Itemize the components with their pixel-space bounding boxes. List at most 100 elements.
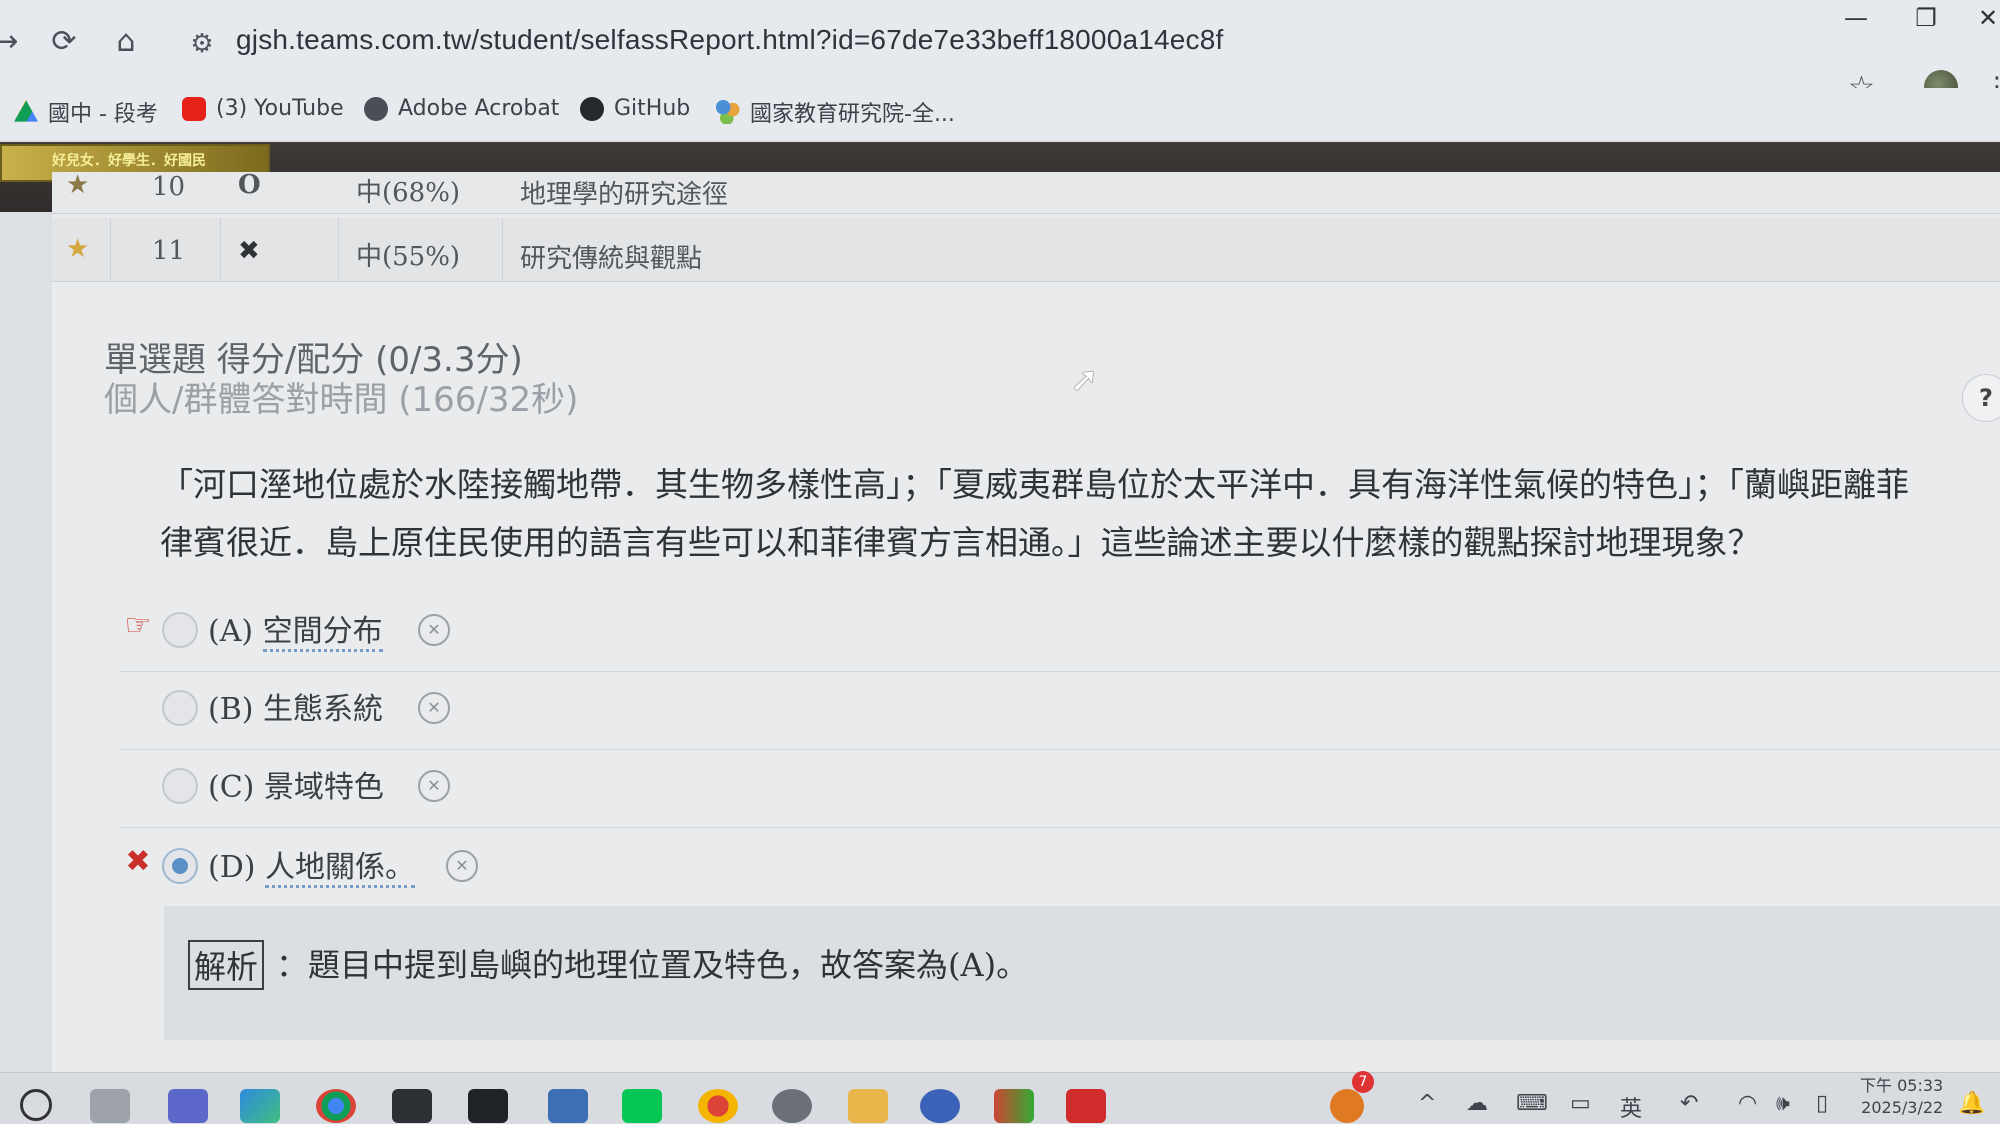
- volume-icon[interactable]: 🕪: [1776, 1091, 1790, 1116]
- bookmark-label: GitHub: [614, 96, 691, 121]
- mouse-cursor-icon: ➚: [1070, 360, 1099, 400]
- line-icon[interactable]: [622, 1089, 662, 1123]
- site-settings-icon[interactable]: ⚙: [184, 26, 220, 62]
- bookmark-item[interactable]: Adobe Acrobat: [364, 96, 559, 121]
- naer-icon: [716, 100, 740, 124]
- ime-indicator[interactable]: 英: [1620, 1091, 1642, 1123]
- chrome-icon[interactable]: [316, 1089, 356, 1123]
- option-radio[interactable]: [162, 612, 198, 648]
- wifi-icon[interactable]: ◠: [1738, 1091, 1757, 1116]
- notification-bell-icon[interactable]: 🔔: [1958, 1091, 1985, 1116]
- option-letter: (D): [208, 850, 256, 885]
- home-icon[interactable]: ⌂: [106, 22, 146, 62]
- file-explorer-icon[interactable]: [848, 1089, 888, 1123]
- option-label: (C) 景域特色: [208, 762, 384, 806]
- bookmark-label: (3) YouTube: [216, 96, 344, 121]
- app-icon[interactable]: [392, 1089, 432, 1123]
- question-number: 10: [152, 172, 186, 202]
- keyboard-icon[interactable]: ⌨: [1516, 1091, 1548, 1116]
- eliminate-option-icon[interactable]: ✕: [418, 770, 450, 802]
- question-line: 「河口溼地位處於水陸接觸地帶．其生物多樣性高」；「夏威夷群島位於太平洋中．具有海…: [160, 465, 1909, 504]
- bookmark-item[interactable]: 國中 - 段考: [14, 96, 158, 128]
- correct-answer-hand-icon: ☞: [124, 608, 152, 643]
- bookmark-item[interactable]: 國家教育研究院-全...: [716, 96, 955, 128]
- eliminate-option-icon[interactable]: ✕: [446, 850, 478, 882]
- bookmarks-bar: 國中 - 段考 (3) YouTube Adobe Acrobat GitHub…: [0, 88, 2000, 140]
- settings-icon[interactable]: [772, 1089, 812, 1123]
- taskbar: 7 ^ ☁ ⌨ ▭ 英 ↶ ◠ 🕪 ▯ 下午 05:33 2025/3/22 🔔: [0, 1071, 2000, 1124]
- star-icon[interactable]: ★: [66, 170, 89, 200]
- clock-time: 下午 05:33: [1860, 1076, 1944, 1095]
- explanation-text: ：題目中提到島嶼的地理位置及特色，故答案為(A)。: [276, 946, 1029, 984]
- battery-icon[interactable]: ▯: [1816, 1091, 1828, 1116]
- bookmark-item[interactable]: GitHub: [580, 96, 690, 121]
- clock-date: 2025/3/22: [1861, 1098, 1944, 1117]
- youtube-icon: [182, 96, 206, 121]
- teams-icon[interactable]: [168, 1089, 208, 1123]
- difficulty: 中(55%): [356, 242, 461, 272]
- close-window-icon[interactable]: ✕: [1968, 4, 2000, 32]
- question-stem: 「河口溼地位處於水陸接觸地帶．其生物多樣性高」；「夏威夷群島位於太平洋中．具有海…: [160, 456, 1990, 572]
- explanation-box: 解析 ：題目中提到島嶼的地理位置及特色，故答案為(A)。: [164, 906, 2000, 1040]
- option-a[interactable]: ☞ (A) 空間分布 ✕: [120, 594, 2000, 672]
- store-icon[interactable]: [994, 1089, 1034, 1123]
- option-letter: (C): [208, 770, 255, 805]
- edge-icon[interactable]: [240, 1089, 280, 1123]
- option-radio[interactable]: [162, 690, 198, 726]
- option-letter: (A): [208, 614, 254, 649]
- acrobat-icon[interactable]: [1066, 1089, 1106, 1123]
- media-icon[interactable]: [920, 1089, 960, 1123]
- option-label: (D) 人地關係。: [208, 842, 416, 888]
- option-label: (A) 空間分布: [208, 606, 383, 652]
- github-icon: [580, 96, 604, 121]
- option-label: (B) 生態系統: [208, 684, 383, 728]
- display-icon[interactable]: ▭: [1570, 1091, 1591, 1116]
- star-icon[interactable]: ★: [66, 234, 89, 264]
- topic: 地理學的研究途徑: [520, 180, 729, 210]
- question-line: 律賓很近．島上原住民使用的語言有些可以和菲律賓方言相通。」這些論述主要以什麼樣的…: [160, 523, 1761, 562]
- option-c[interactable]: (C) 景域特色 ✕: [120, 750, 2000, 828]
- topic: 研究傳統與觀點: [520, 244, 703, 274]
- search-icon[interactable]: [20, 1089, 52, 1121]
- restore-icon[interactable]: ❐: [1906, 4, 1946, 32]
- option-b[interactable]: (B) 生態系統 ✕: [120, 672, 2000, 750]
- chevron-up-icon[interactable]: ^: [1418, 1091, 1436, 1116]
- question-number: 11: [152, 236, 186, 266]
- difficulty: 中(68%): [356, 178, 461, 208]
- bookmark-label: 國中 - 段考: [48, 102, 158, 127]
- address-bar[interactable]: gjsh.teams.com.tw/student/selfassReport.…: [236, 24, 1224, 56]
- globe-icon: [364, 96, 388, 121]
- notification-badge: 7: [1352, 1071, 1374, 1093]
- task-view-icon[interactable]: [90, 1089, 130, 1123]
- result-wrong-icon: ✖: [238, 236, 260, 266]
- reload-icon[interactable]: ⟳: [44, 22, 84, 62]
- option-text: 生態系統: [263, 692, 384, 727]
- option-letter: (B): [208, 692, 254, 727]
- table-row: ★ 10 O 中(68%) 地理學的研究途徑: [52, 170, 2000, 214]
- onedrive-icon[interactable]: ☁: [1466, 1091, 1488, 1116]
- eliminate-option-icon[interactable]: ✕: [418, 692, 450, 724]
- option-radio-selected[interactable]: [162, 848, 198, 884]
- option-radio[interactable]: [162, 768, 198, 804]
- browser-toolbar: → ⟳ ⌂ ⚙ gjsh.teams.com.tw/student/selfas…: [0, 0, 2000, 88]
- system-clock[interactable]: 下午 05:33 2025/3/22: [1860, 1075, 1943, 1119]
- table-row: ★ 11 ✖ 中(55%) 研究傳統與觀點: [52, 218, 2000, 282]
- wrong-answer-icon: ✖: [125, 844, 151, 879]
- undo-icon[interactable]: ↶: [1680, 1091, 1698, 1116]
- result-correct-icon: O: [238, 170, 261, 200]
- notification-app-icon[interactable]: [1330, 1089, 1364, 1123]
- bookmark-label: Adobe Acrobat: [398, 96, 560, 121]
- option-d[interactable]: ✖ (D) 人地關係。 ✕: [120, 830, 2000, 908]
- calculator-icon[interactable]: [548, 1089, 588, 1123]
- chrome-profile-icon[interactable]: [698, 1089, 738, 1123]
- drive-icon: [14, 100, 38, 122]
- option-text: 景域特色: [263, 770, 384, 805]
- minimize-icon[interactable]: —: [1836, 4, 1876, 32]
- terminal-icon[interactable]: [468, 1089, 508, 1123]
- option-text: 人地關係。: [265, 850, 416, 888]
- eliminate-option-icon[interactable]: ✕: [418, 614, 450, 646]
- explanation-tag: 解析: [188, 940, 265, 990]
- answer-time: 個人/群體答對時間 (166/32秒): [104, 380, 579, 420]
- forward-icon[interactable]: →: [0, 22, 26, 62]
- bookmark-item[interactable]: (3) YouTube: [182, 96, 344, 121]
